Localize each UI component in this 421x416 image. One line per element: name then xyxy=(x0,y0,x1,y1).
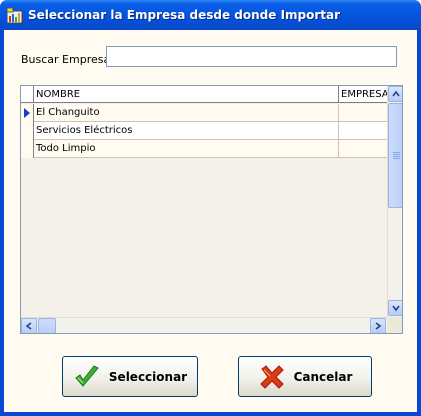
cell-nombre[interactable]: Servicios Eléctricos xyxy=(34,122,339,140)
grid-header: NOMBRE EMPRESA xyxy=(21,86,387,103)
chevron-down-icon xyxy=(392,305,400,312)
current-row-arrow-icon xyxy=(24,108,30,118)
row-indicator xyxy=(21,140,34,158)
chevron-right-icon xyxy=(375,322,382,330)
scroll-left-button[interactable] xyxy=(21,318,37,333)
scroll-up-button[interactable] xyxy=(388,86,402,102)
cell-nombre[interactable]: Todo Limpio xyxy=(34,140,339,158)
grid-header-corner xyxy=(21,86,34,103)
table-row[interactable]: Servicios Eléctricos xyxy=(21,122,387,140)
cancel-button-label: Cancelar xyxy=(293,369,353,384)
row-indicator xyxy=(21,104,34,122)
row-indicator xyxy=(21,122,34,140)
window-title: Seleccionar la Empresa desde donde Impor… xyxy=(28,8,341,22)
cell-empresa[interactable] xyxy=(339,104,387,122)
table-row[interactable]: Todo Limpio xyxy=(21,140,387,158)
dialog-body: Buscar Empresa: NOMBRE EMPRESA El Changu… xyxy=(4,30,417,412)
scroll-down-button[interactable] xyxy=(388,300,402,316)
table-row[interactable]: El Changuito xyxy=(21,104,387,122)
checkmark-icon xyxy=(75,364,99,387)
title-bar[interactable]: Seleccionar la Empresa desde donde Impor… xyxy=(0,0,421,30)
app-icon xyxy=(7,8,23,24)
select-button-label: Seleccionar xyxy=(108,369,188,384)
chevron-left-icon xyxy=(25,322,32,330)
x-icon xyxy=(259,364,284,389)
search-label: Buscar Empresa: xyxy=(21,53,114,66)
cell-nombre[interactable]: El Changuito xyxy=(34,104,339,122)
cancel-button[interactable]: Cancelar xyxy=(238,356,372,397)
cell-empresa[interactable] xyxy=(339,140,387,158)
horizontal-scrollbar[interactable] xyxy=(21,317,387,333)
vertical-scrollbar[interactable] xyxy=(387,86,402,317)
search-input[interactable] xyxy=(106,46,397,67)
horizontal-scroll-thumb[interactable] xyxy=(38,318,56,333)
scroll-right-button[interactable] xyxy=(370,318,386,333)
select-button[interactable]: Seleccionar xyxy=(62,356,198,397)
scrollbar-corner xyxy=(387,317,402,333)
cell-empresa[interactable] xyxy=(339,122,387,140)
column-header-nombre[interactable]: NOMBRE xyxy=(34,86,339,103)
window-bottom-border xyxy=(0,412,421,416)
chevron-up-icon xyxy=(392,90,400,97)
column-header-empresa[interactable]: EMPRESA xyxy=(339,86,387,103)
dialog-window: Seleccionar la Empresa desde donde Impor… xyxy=(0,0,421,416)
company-grid[interactable]: NOMBRE EMPRESA El Changuito Servicios El… xyxy=(20,85,403,334)
vertical-scroll-thumb[interactable] xyxy=(388,103,402,208)
